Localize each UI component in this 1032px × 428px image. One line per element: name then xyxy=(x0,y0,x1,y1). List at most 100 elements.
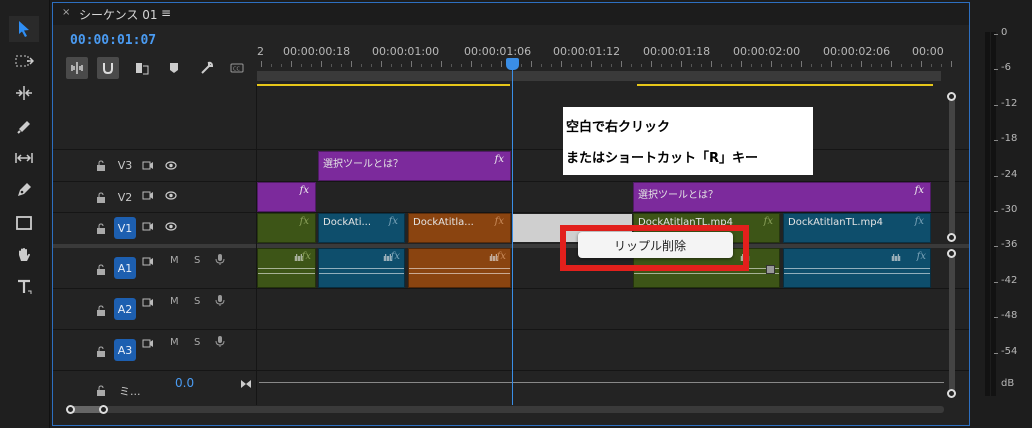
video-clip-v1[interactable]: DockAtitlanTL.mp4 fx xyxy=(783,213,931,243)
scroll-handle[interactable] xyxy=(947,389,956,398)
title-clip-v3[interactable]: 選択ツールとは？ fx xyxy=(318,151,511,181)
lock-icon[interactable] xyxy=(96,305,106,316)
sync-lock-icon[interactable] xyxy=(142,297,154,308)
fx-badge: fx xyxy=(301,251,311,262)
audio-vertical-scrollbar[interactable] xyxy=(949,255,955,393)
solo-button[interactable]: S xyxy=(194,296,200,307)
razor-icon[interactable] xyxy=(9,113,39,139)
linked-selection-icon[interactable] xyxy=(131,57,153,79)
hand-icon[interactable] xyxy=(9,242,39,268)
db-scale-label: -54 xyxy=(1001,345,1018,357)
microphone-icon[interactable] xyxy=(214,336,226,347)
microphone-icon[interactable] xyxy=(214,295,226,306)
ruler-tick xyxy=(581,64,582,67)
selection-tool-icon[interactable] xyxy=(9,16,39,42)
solo-button[interactable]: S xyxy=(194,337,200,348)
track-header-a3: A3 M S xyxy=(53,330,257,370)
work-area-bar xyxy=(637,84,933,86)
scroll-handle[interactable] xyxy=(99,405,108,414)
snap-icon[interactable] xyxy=(97,57,119,79)
video-clip-v1[interactable]: fx xyxy=(257,213,316,243)
sync-lock-icon[interactable] xyxy=(142,338,154,349)
rectangle-icon[interactable] xyxy=(9,210,39,236)
clip-name: DockAtitlanTL.mp4 xyxy=(788,217,883,228)
ruler-tick xyxy=(741,61,742,67)
mute-button[interactable]: M xyxy=(170,296,179,307)
sync-lock-icon[interactable] xyxy=(142,160,154,171)
track-label-v2[interactable]: V2 xyxy=(114,186,136,208)
slip-icon[interactable] xyxy=(9,145,39,171)
fx-badge: fx xyxy=(496,251,506,262)
scroll-handle[interactable] xyxy=(947,92,956,101)
audio-clip-a1[interactable]: ılıılı fx xyxy=(318,248,405,288)
audio-clip-a1[interactable]: ılıılı fx xyxy=(257,248,316,288)
playhead-line[interactable] xyxy=(512,65,513,405)
sync-lock-icon[interactable] xyxy=(142,221,154,232)
lock-icon[interactable] xyxy=(96,192,106,203)
close-tab-icon[interactable]: × xyxy=(62,7,70,18)
ruler-tick xyxy=(621,61,622,67)
eye-icon[interactable] xyxy=(165,160,177,171)
ruler-tick xyxy=(691,64,692,67)
pen-icon[interactable] xyxy=(9,177,39,203)
track-label-v1[interactable]: V1 xyxy=(114,217,136,239)
track-header-master: ミ... 0.0 xyxy=(53,371,257,405)
ruler-tick xyxy=(711,61,712,67)
track-label-v3[interactable]: V3 xyxy=(114,154,136,176)
ruler-label: 00:00:01:06 xyxy=(464,45,532,58)
lock-icon[interactable] xyxy=(96,346,106,357)
video-vertical-scrollbar[interactable] xyxy=(949,97,955,239)
playhead-timecode[interactable]: 00:00:01:07 xyxy=(70,33,156,48)
scroll-handle[interactable] xyxy=(66,405,75,414)
video-clip-v1[interactable]: DockAti... fx xyxy=(318,213,405,243)
title-clip-v2[interactable]: 選択ツールとは？ fx xyxy=(633,182,931,212)
track-select-icon[interactable] xyxy=(9,48,39,74)
lock-icon[interactable] xyxy=(96,160,106,171)
horizontal-scrollbar[interactable] xyxy=(67,406,944,413)
audio-clip-a1[interactable]: ılıılı fx xyxy=(408,248,511,288)
audio-clip-a1[interactable]: ılıılı fx xyxy=(783,248,931,288)
track-label-a1[interactable]: A1 xyxy=(114,257,136,279)
context-menu-ripple-delete[interactable]: リップル削除 xyxy=(578,232,733,258)
video-clip-v1[interactable]: DockAtitla... fx xyxy=(408,213,511,243)
sync-lock-icon[interactable] xyxy=(142,190,154,201)
type-icon[interactable] xyxy=(9,274,39,300)
wrench-icon[interactable] xyxy=(196,57,218,79)
zoom-scroll-bar[interactable] xyxy=(257,71,941,81)
lock-icon[interactable] xyxy=(96,385,106,396)
ruler-tick xyxy=(761,64,762,67)
track-label-a3[interactable]: A3 xyxy=(114,339,136,361)
time-ruler[interactable]: 2 00:00:00:18 00:00:01:00 00:00:01:06 00… xyxy=(257,39,952,86)
mute-button[interactable]: M xyxy=(170,255,179,266)
master-volume-line[interactable] xyxy=(259,382,944,383)
scroll-handle[interactable] xyxy=(947,233,956,242)
title-clip-v2-left[interactable]: fx xyxy=(257,182,316,212)
master-volume-value[interactable]: 0.0 xyxy=(175,376,194,390)
solo-button[interactable]: S xyxy=(194,255,200,266)
mute-button[interactable]: M xyxy=(170,337,179,348)
eye-icon[interactable] xyxy=(165,221,177,232)
ruler-tick xyxy=(781,64,782,67)
microphone-icon[interactable] xyxy=(214,254,226,265)
jump-to-end-icon[interactable] xyxy=(240,379,252,389)
db-scale-label: dB xyxy=(1001,378,1015,389)
menu-item-ripple-delete[interactable]: リップル削除 xyxy=(614,237,686,254)
add-marker-icon[interactable] xyxy=(163,57,185,79)
eye-icon[interactable] xyxy=(165,190,177,201)
ripple-edit-icon[interactable] xyxy=(9,80,39,106)
lock-icon[interactable] xyxy=(96,223,106,234)
ruler-tick xyxy=(891,61,892,67)
sync-lock-icon[interactable] xyxy=(142,256,154,267)
ruler-tick xyxy=(751,64,752,67)
nest-sequence-button[interactable] xyxy=(66,57,88,79)
track-label-a2[interactable]: A2 xyxy=(114,298,136,320)
tab-menu-icon[interactable]: ≡ xyxy=(161,6,171,20)
scroll-handle[interactable] xyxy=(947,249,956,258)
master-track-label: ミ... xyxy=(119,385,141,398)
captions-icon[interactable]: CC xyxy=(226,57,248,79)
db-tick xyxy=(994,317,998,319)
ruler-tick xyxy=(681,61,682,67)
ruler-tick xyxy=(791,64,792,67)
lock-icon[interactable] xyxy=(96,264,106,275)
sequence-tab-title[interactable]: シーケンス 01 xyxy=(79,6,158,23)
